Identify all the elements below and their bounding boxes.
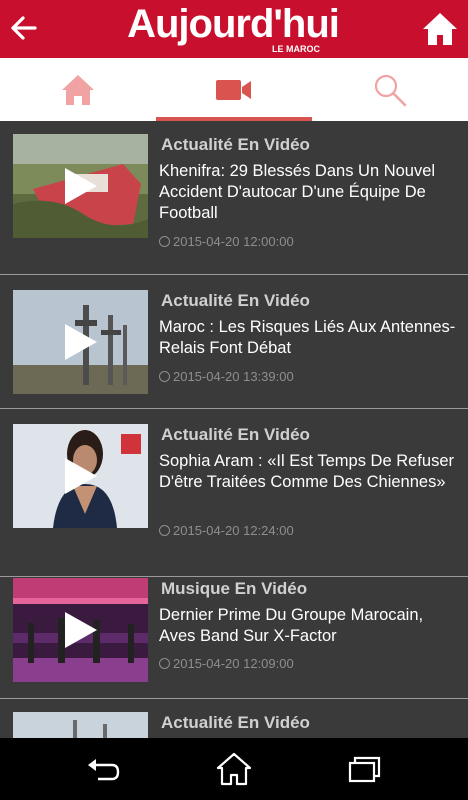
- clock-icon: [159, 525, 170, 536]
- video-thumbnail[interactable]: [13, 134, 148, 238]
- system-navigation-bar: [0, 738, 468, 800]
- article-category: Actualité En Vidéo: [161, 425, 310, 444]
- article-category: Actualité En Vidéo: [161, 135, 310, 154]
- article-title[interactable]: Sophia Aram : «Il Est Temps De Refuser D…: [159, 451, 459, 493]
- logo-subtitle: LE MAROC: [270, 44, 322, 55]
- video-thumbnail[interactable]: [13, 578, 148, 682]
- video-thumbnail[interactable]: [13, 424, 148, 528]
- article-title[interactable]: Maroc : Les Risques Liés Aux Antennes-Re…: [159, 317, 459, 359]
- tab-video[interactable]: [156, 58, 312, 121]
- nav-recents-icon[interactable]: [344, 751, 384, 787]
- article-date: 2015-04-20 13:39:00: [159, 369, 294, 385]
- tab-home[interactable]: [0, 58, 156, 121]
- list-item[interactable]: Actualité En Vidéo Sophia Aram : «Il Est…: [0, 408, 468, 577]
- clock-icon: [159, 371, 170, 382]
- article-category: Actualité En Vidéo: [161, 713, 310, 732]
- article-title[interactable]: Dernier Prime Du Groupe Marocain, Aves B…: [159, 605, 459, 647]
- video-thumbnail[interactable]: [13, 290, 148, 394]
- tab-bar: [0, 58, 468, 121]
- logo-title: Aujourd'hui: [127, 2, 340, 46]
- article-title[interactable]: Khenifra: 29 Blessés Dans Un Nouvel Acci…: [159, 161, 459, 224]
- home-icon: [62, 74, 94, 105]
- video-thumbnail[interactable]: [13, 712, 148, 738]
- top-app-bar: Aujourd'hui LE MAROC: [0, 0, 468, 58]
- nav-home-icon[interactable]: [214, 751, 254, 787]
- home-icon[interactable]: [421, 10, 459, 48]
- nav-back-icon[interactable]: [84, 751, 124, 787]
- play-icon: [65, 612, 97, 648]
- clock-icon: [159, 236, 170, 247]
- play-icon: [65, 168, 97, 204]
- article-date: 2015-04-20 12:24:00: [159, 523, 294, 539]
- play-icon: [65, 324, 97, 360]
- article-date: 2015-04-20 12:09:00: [159, 656, 294, 672]
- article-date: 2015-04-20 12:00:00: [159, 234, 294, 250]
- clock-icon: [159, 658, 170, 669]
- play-icon: [65, 458, 97, 494]
- list-item[interactable]: Actualité En Vidéo Maroc : Les Risques L…: [0, 274, 468, 409]
- list-item[interactable]: Musique En Vidéo Dernier Prime Du Groupe…: [0, 576, 468, 699]
- search-icon: [374, 74, 407, 106]
- list-item[interactable]: Actualité En Vidéo: [0, 698, 468, 738]
- app-logo: Aujourd'hui LE MAROC: [122, 2, 344, 56]
- tab-search[interactable]: [312, 58, 468, 121]
- article-list[interactable]: Actualité En Vidéo Khenifra: 29 Blessés …: [0, 121, 468, 738]
- article-category: Actualité En Vidéo: [161, 291, 310, 310]
- article-category: Musique En Vidéo: [161, 579, 308, 598]
- back-arrow-icon[interactable]: [6, 10, 42, 46]
- video-camera-icon: [216, 79, 251, 100]
- list-item[interactable]: Actualité En Vidéo Khenifra: 29 Blessés …: [0, 121, 468, 274]
